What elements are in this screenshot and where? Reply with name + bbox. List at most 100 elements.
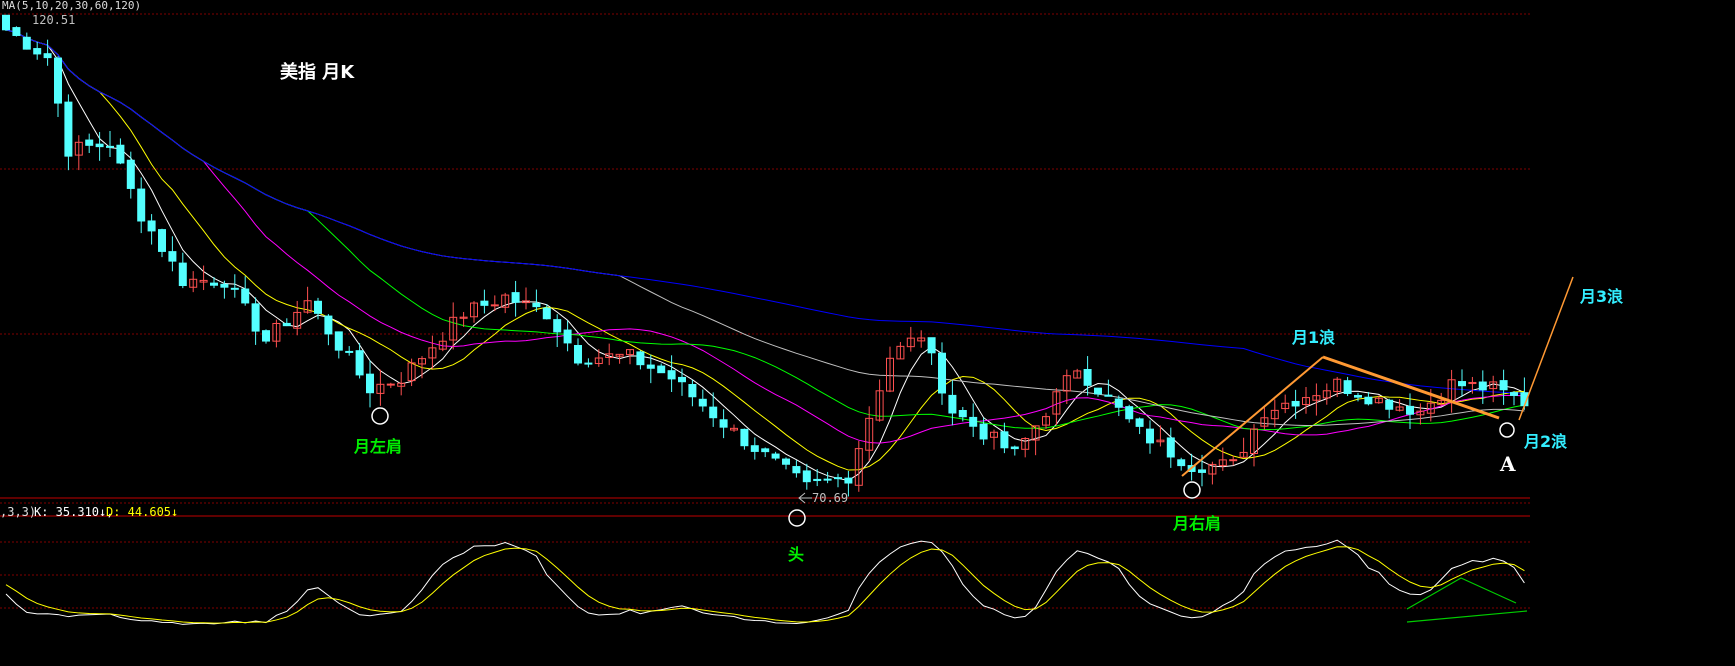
wave1-label: 月1浪 bbox=[1292, 328, 1336, 347]
candle-down bbox=[761, 448, 770, 453]
candle-down bbox=[844, 477, 853, 484]
candle-down bbox=[584, 362, 593, 365]
left-shoulder-label: 月左肩 bbox=[354, 437, 403, 456]
candle-down bbox=[1094, 387, 1102, 395]
candle-down bbox=[355, 350, 364, 376]
candle-down bbox=[678, 376, 686, 383]
candle-down bbox=[158, 229, 166, 252]
candle-down bbox=[220, 283, 229, 288]
candle-down bbox=[241, 288, 250, 304]
kdj-trend-line bbox=[1406, 610, 1528, 623]
candle-down bbox=[345, 350, 354, 353]
candle-down bbox=[314, 300, 322, 314]
candle-down bbox=[1135, 418, 1144, 427]
candle-down bbox=[979, 423, 988, 440]
candle-down bbox=[771, 453, 780, 459]
candle-down bbox=[126, 159, 135, 189]
kdj-d-line bbox=[5, 546, 1525, 624]
candle-down bbox=[709, 406, 718, 419]
candle-up bbox=[490, 304, 499, 307]
candle-down bbox=[1291, 400, 1300, 407]
candle-down bbox=[1499, 380, 1508, 391]
candle-down bbox=[792, 466, 801, 474]
candle-down bbox=[282, 322, 291, 327]
right-shoulder-circle bbox=[1183, 481, 1201, 499]
kdj-params: ,3,3) bbox=[0, 505, 37, 519]
candle-down bbox=[116, 144, 125, 164]
candle-up bbox=[386, 383, 395, 386]
candle-down bbox=[667, 370, 676, 380]
candle-down bbox=[85, 139, 94, 146]
candle-down bbox=[1010, 446, 1019, 450]
candle-down bbox=[1343, 380, 1352, 394]
grid-lines bbox=[0, 13, 1530, 609]
candle-down bbox=[106, 145, 114, 148]
candle-down bbox=[958, 410, 967, 418]
ma20-line bbox=[5, 29, 1525, 444]
kdj-k-value: K: 35.310↓, bbox=[34, 505, 114, 519]
right-shoulder-label: 月右肩 bbox=[1173, 514, 1222, 533]
candle-down bbox=[834, 477, 842, 480]
candle-down bbox=[33, 48, 42, 55]
candle-down bbox=[750, 445, 759, 452]
candle-down bbox=[95, 143, 104, 148]
high-price-label: 120.51 bbox=[32, 13, 76, 27]
candle-down bbox=[1125, 406, 1134, 420]
candle-down bbox=[646, 364, 655, 369]
ma60-line bbox=[5, 29, 1525, 426]
chart-title: 美指 月K bbox=[280, 62, 355, 83]
ma30-line bbox=[5, 29, 1525, 431]
moving-averages bbox=[5, 29, 1525, 481]
candle-down bbox=[969, 416, 978, 427]
candle-down bbox=[1510, 392, 1518, 396]
candle-down bbox=[12, 27, 21, 36]
candle-down bbox=[210, 282, 218, 286]
candle-down bbox=[1166, 437, 1175, 458]
candle-down bbox=[719, 419, 728, 428]
kdj-panel bbox=[5, 539, 1525, 625]
candle-down bbox=[168, 251, 177, 262]
candle-down bbox=[480, 300, 489, 306]
candle-down bbox=[532, 302, 541, 308]
candle-down bbox=[1354, 395, 1362, 398]
candle-down bbox=[251, 303, 260, 332]
candle-down bbox=[927, 337, 936, 354]
candle-down bbox=[230, 287, 239, 290]
candle-down bbox=[2, 14, 10, 31]
candle-down bbox=[563, 329, 572, 344]
wave1-line bbox=[1181, 356, 1324, 477]
candle-down bbox=[1458, 381, 1466, 387]
head-label: 头 bbox=[788, 545, 805, 564]
kdj-d-value: D: 44.605↓ bbox=[106, 505, 179, 519]
ma-legend: MA(5,10,20,30,60,120) bbox=[2, 0, 142, 12]
ma5-line bbox=[5, 29, 1525, 481]
candle-down bbox=[948, 394, 957, 414]
candlestick-chart bbox=[0, 13, 1574, 625]
candle-down bbox=[22, 36, 31, 50]
candle-down bbox=[137, 188, 146, 222]
candle-down bbox=[574, 345, 582, 364]
candle-down bbox=[782, 458, 790, 465]
candle-down bbox=[740, 428, 749, 447]
candle-down bbox=[813, 478, 822, 482]
candle-down bbox=[1385, 399, 1394, 410]
candles bbox=[2, 14, 1529, 497]
candle-down bbox=[802, 470, 811, 483]
candle-down bbox=[938, 352, 946, 394]
candle-down bbox=[823, 478, 832, 481]
candle-down bbox=[324, 315, 333, 335]
kdj-k-line bbox=[5, 539, 1525, 625]
candle-down bbox=[64, 101, 73, 157]
point-a-label: A bbox=[1500, 452, 1516, 476]
candle-down bbox=[262, 330, 270, 342]
candle-down bbox=[147, 220, 156, 232]
annotation-marks bbox=[371, 276, 1574, 623]
candle-down bbox=[657, 365, 666, 374]
candle-down bbox=[178, 262, 187, 287]
candle-down bbox=[542, 307, 551, 320]
candle-down bbox=[1406, 405, 1414, 415]
candle-down bbox=[688, 384, 697, 398]
wave3-label: 月3浪 bbox=[1580, 287, 1624, 306]
wave2-label: 月2浪 bbox=[1524, 432, 1568, 451]
candle-down bbox=[1114, 398, 1123, 408]
